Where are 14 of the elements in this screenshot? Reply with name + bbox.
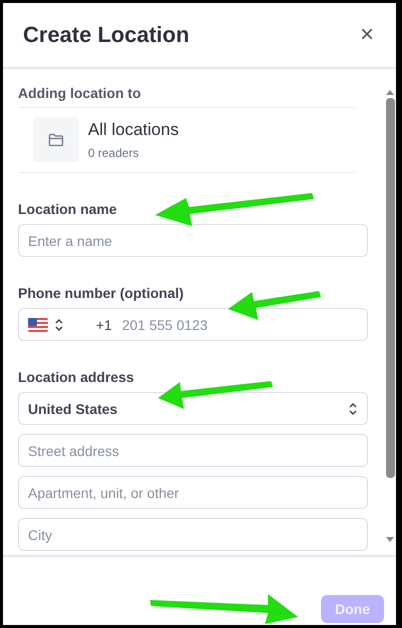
input-field[interactable]: Enter a name bbox=[18, 224, 368, 257]
input-field[interactable]: City bbox=[18, 518, 368, 551]
input-field[interactable]: Street address bbox=[18, 434, 368, 467]
field-label: Location name bbox=[18, 201, 117, 217]
country-select[interactable]: United States bbox=[18, 392, 368, 425]
phone-field[interactable]: +1 201 555 0123 bbox=[18, 308, 368, 341]
section-label: Adding location to bbox=[18, 85, 356, 108]
field-label: Phone number (optional) bbox=[18, 285, 184, 301]
field-label: Location address bbox=[18, 369, 134, 385]
reader-count: 0 readers bbox=[88, 146, 140, 160]
dialog-title: Create Location bbox=[23, 22, 190, 48]
input-field[interactable]: Apartment, unit, or other bbox=[18, 476, 368, 509]
close-button[interactable]: × bbox=[356, 23, 378, 47]
location-group-name: All locations bbox=[88, 120, 179, 140]
